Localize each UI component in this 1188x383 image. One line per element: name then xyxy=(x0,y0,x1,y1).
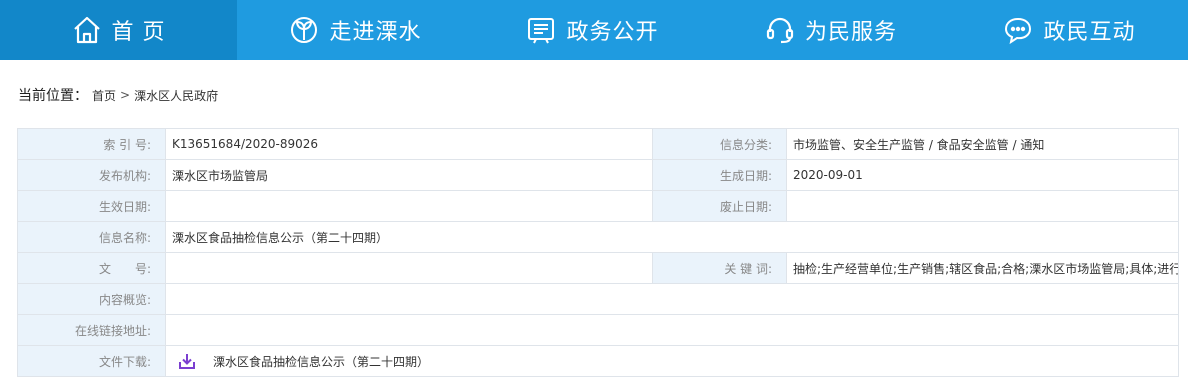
download-label: 文件下载: xyxy=(17,345,166,377)
nav-label-home: 首 页 xyxy=(111,20,166,45)
breadcrumb-gov-link[interactable]: 溧水区人民政府 xyxy=(134,87,218,104)
nav-item-about[interactable]: 走进溧水 xyxy=(237,0,474,60)
created-date-value: 2020-09-01 xyxy=(786,159,1179,191)
nav-item-gov-affairs[interactable]: 政务公开 xyxy=(474,0,711,60)
category-label: 信息分类: xyxy=(652,128,787,160)
publisher-value: 溧水区市场监管局 xyxy=(165,159,653,191)
nav-label-services: 为民服务 xyxy=(804,20,897,45)
headset-icon xyxy=(766,17,794,44)
expire-date-label: 废止日期: xyxy=(652,190,787,222)
breadcrumb-home-link[interactable]: 首页 xyxy=(92,87,116,104)
doc-no-value xyxy=(165,252,653,284)
doc-no-label: 文 号: xyxy=(17,252,166,284)
table-row: 生效日期: 废止日期: xyxy=(17,190,1179,222)
keywords-label: 关 键 词: xyxy=(652,252,787,284)
index-no-value: K13651684/2020-89026 xyxy=(165,128,653,160)
nav-label-gov-affairs: 政务公开 xyxy=(566,20,659,45)
info-name-value: 溧水区食品抽检信息公示（第二十四期） xyxy=(165,221,1179,253)
expire-date-value xyxy=(786,190,1179,222)
breadcrumb: 当前位置： 首页 > 溧水区人民政府 xyxy=(18,84,218,106)
sprout-icon xyxy=(291,17,318,43)
table-row: 内容概览: xyxy=(17,283,1179,315)
table-row: 文件下载: 溧水区食品抽检信息公示（第二十四期） xyxy=(17,345,1179,377)
created-date-label: 生成日期: xyxy=(652,159,787,191)
table-row: 索 引 号: K13651684/2020-89026 信息分类: 市场监管、安… xyxy=(17,128,1179,160)
download-cell: 溧水区食品抽检信息公示（第二十四期） xyxy=(165,345,1179,377)
table-row: 信息名称: 溧水区食品抽检信息公示（第二十四期） xyxy=(17,221,1179,253)
nav-label-interaction: 政民互动 xyxy=(1043,20,1136,45)
summary-value xyxy=(165,283,1179,315)
top-nav: 首 页 走进溧水 政务公开 为民服务 政民互动 xyxy=(0,0,1188,60)
keywords-value: 抽检;生产经营单位;生产销售;辖区食品;合格;溧水区市场监管局;具体;进行 xyxy=(786,252,1179,284)
table-row: 发布机构: 溧水区市场监管局 生成日期: 2020-09-01 xyxy=(17,159,1179,191)
summary-label: 内容概览: xyxy=(17,283,166,315)
effective-date-value xyxy=(165,190,653,222)
breadcrumb-head: 当前位置： xyxy=(18,88,88,104)
effective-date-label: 生效日期: xyxy=(17,190,166,222)
download-row: 溧水区食品抽检信息公示（第二十四期） xyxy=(172,351,1178,371)
table-row: 文 号: 关 键 词: 抽检;生产经营单位;生产销售;辖区食品;合格;溧水区市场… xyxy=(17,252,1179,284)
online-link-value xyxy=(165,314,1179,346)
nav-item-interaction[interactable]: 政民互动 xyxy=(951,0,1188,60)
info-table: 索 引 号: K13651684/2020-89026 信息分类: 市场监管、安… xyxy=(17,128,1179,377)
document-icon xyxy=(528,18,555,44)
index-no-label: 索 引 号: xyxy=(17,128,166,160)
online-link-label: 在线链接地址: xyxy=(17,314,166,346)
info-name-label: 信息名称: xyxy=(17,221,166,253)
nav-label-about: 走进溧水 xyxy=(329,20,422,45)
nav-item-services[interactable]: 为民服务 xyxy=(711,0,951,60)
nav-item-home[interactable]: 首 页 xyxy=(0,0,237,60)
download-file-link[interactable]: 溧水区食品抽检信息公示（第二十四期） xyxy=(213,353,429,370)
table-row: 在线链接地址: xyxy=(17,314,1179,346)
publisher-label: 发布机构: xyxy=(17,159,166,191)
download-icon[interactable] xyxy=(177,351,197,371)
chat-icon xyxy=(1005,17,1032,45)
home-icon xyxy=(73,16,100,44)
category-value: 市场监管、安全生产监管 / 食品安全监管 / 通知 xyxy=(786,128,1179,160)
breadcrumb-separator: > xyxy=(120,88,131,102)
